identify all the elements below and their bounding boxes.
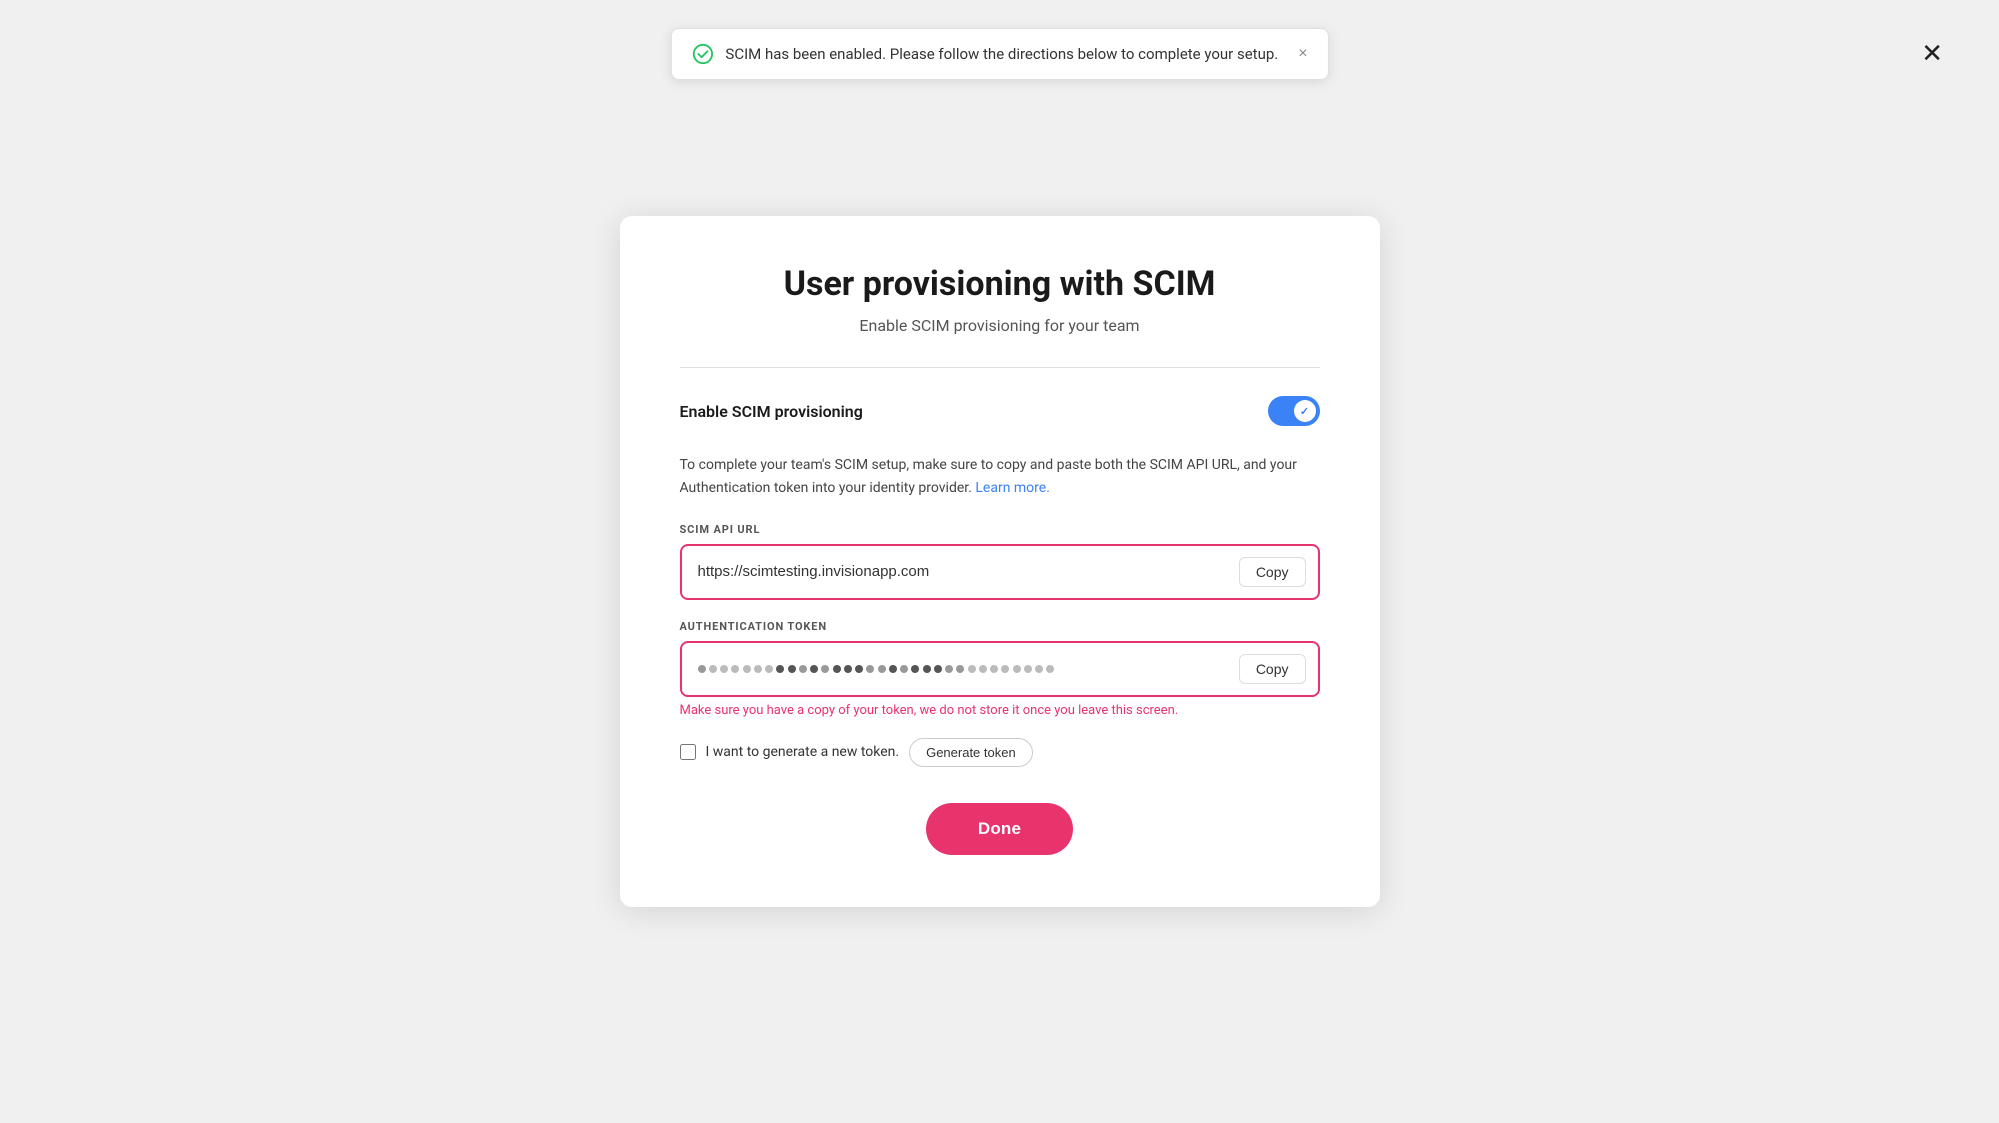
- toast-close-button[interactable]: ×: [1298, 46, 1307, 62]
- scim-toggle[interactable]: ✓: [1268, 396, 1320, 426]
- dot: [731, 665, 739, 673]
- dot-group-3: [788, 665, 829, 673]
- dot-group-6: [923, 665, 964, 673]
- toast-notification: SCIM has been enabled. Please follow the…: [670, 28, 1328, 80]
- dot-group-7: [968, 665, 1009, 673]
- dot: [743, 665, 751, 673]
- auth-token-dots: [698, 665, 1239, 673]
- dot: [1013, 665, 1021, 673]
- new-token-checkbox[interactable]: [680, 744, 696, 760]
- modal-close-button[interactable]: ✕: [1913, 32, 1951, 74]
- dot: [1024, 665, 1032, 673]
- toggle-knob: ✓: [1294, 400, 1316, 422]
- dot-group-8: [1013, 665, 1054, 673]
- done-button[interactable]: Done: [926, 803, 1073, 855]
- dot: [923, 665, 931, 673]
- toast-message: SCIM has been enabled. Please follow the…: [725, 45, 1278, 63]
- dot: [698, 665, 706, 673]
- generate-token-button[interactable]: Generate token: [909, 738, 1033, 767]
- dot: [911, 665, 919, 673]
- dot: [855, 665, 863, 673]
- modal-overlay: SCIM has been enabled. Please follow the…: [0, 0, 1999, 1123]
- scim-url-label: SCIM API URL: [680, 523, 1320, 536]
- dot-group-2: [743, 665, 784, 673]
- auth-token-label: Authentication token: [680, 620, 1320, 633]
- dot: [720, 665, 728, 673]
- dot: [900, 665, 908, 673]
- scim-url-input[interactable]: [698, 563, 1239, 580]
- modal-subtitle: Enable SCIM provisioning for your team: [680, 316, 1320, 335]
- dot-group-5: [878, 665, 919, 673]
- scim-url-input-row: Copy: [680, 544, 1320, 600]
- dot: [866, 665, 874, 673]
- check-circle-icon: [691, 43, 713, 65]
- dot: [889, 665, 897, 673]
- token-warning-text: Make sure you have a copy of your token,…: [680, 703, 1320, 718]
- scim-url-copy-button[interactable]: Copy: [1239, 557, 1306, 587]
- modal-container: ✕ User provisioning with SCIM Enable SCI…: [620, 216, 1380, 907]
- dot: [821, 665, 829, 673]
- dot: [945, 665, 953, 673]
- dot: [1001, 665, 1009, 673]
- dot: [990, 665, 998, 673]
- dot: [765, 665, 773, 673]
- dot: [956, 665, 964, 673]
- scim-description: To complete your team's SCIM setup, make…: [680, 454, 1320, 499]
- auth-token-copy-button[interactable]: Copy: [1239, 654, 1306, 684]
- dot: [934, 665, 942, 673]
- dot: [754, 665, 762, 673]
- new-token-checkbox-label[interactable]: I want to generate a new token.: [706, 744, 900, 760]
- section-divider: [680, 367, 1320, 368]
- dot: [776, 665, 784, 673]
- auth-token-field-group: Authentication token: [680, 620, 1320, 718]
- dot: [878, 665, 886, 673]
- dot: [844, 665, 852, 673]
- scim-toggle-row: Enable SCIM provisioning ✓: [680, 396, 1320, 426]
- dot: [709, 665, 717, 673]
- auth-token-input-row: Copy: [680, 641, 1320, 697]
- dot: [788, 665, 796, 673]
- dot-group-4: [833, 665, 874, 673]
- toggle-label: Enable SCIM provisioning: [680, 402, 863, 421]
- new-token-row: I want to generate a new token. Generate…: [680, 738, 1320, 767]
- modal-title: User provisioning with SCIM: [680, 264, 1320, 304]
- dot: [833, 665, 841, 673]
- dot-group-1: [698, 665, 739, 673]
- toggle-slider: ✓: [1268, 396, 1320, 426]
- learn-more-link[interactable]: Learn more.: [975, 480, 1050, 496]
- dot: [810, 665, 818, 673]
- dot: [1035, 665, 1043, 673]
- toggle-check-icon: ✓: [1300, 405, 1309, 418]
- dot: [1046, 665, 1054, 673]
- dot: [968, 665, 976, 673]
- dot: [799, 665, 807, 673]
- dot: [979, 665, 987, 673]
- scim-url-field-group: SCIM API URL Copy: [680, 523, 1320, 600]
